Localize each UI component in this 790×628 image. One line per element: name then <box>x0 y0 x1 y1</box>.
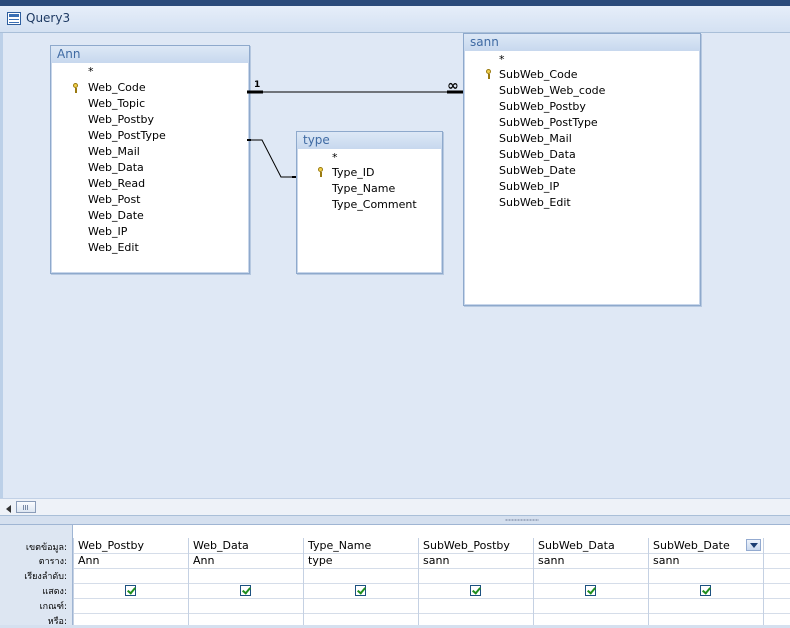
grid-column-5[interactable]: SubWeb_Data sann <box>533 538 649 625</box>
sann-field-all[interactable]: * <box>499 53 505 66</box>
grid-row-labels: เขตข้อมูล: ตาราง: เรียงลำดับ: แสดง: เกณฑ… <box>0 525 73 627</box>
ann-field-web-posttype[interactable]: Web_PostType <box>88 129 166 142</box>
design-horizontal-scrollbar[interactable] <box>0 498 790 516</box>
grid-field-cell[interactable]: Type_Name <box>308 539 371 552</box>
sann-field-subweb-posttype[interactable]: SubWeb_PostType <box>499 116 598 129</box>
sann-field-subweb-ip[interactable]: SubWeb_IP <box>499 180 559 193</box>
show-checkbox[interactable] <box>125 585 136 596</box>
grid-column-7-empty[interactable] <box>763 538 790 625</box>
grid-column-6[interactable]: SubWeb_Date sann <box>648 538 764 625</box>
grid-field-cell[interactable]: SubWeb_Postby <box>423 539 510 552</box>
table-sann-title[interactable]: sann <box>464 34 700 51</box>
ann-field-web-code[interactable]: Web_Code <box>88 81 146 94</box>
grid-column-4[interactable]: SubWeb_Postby sann <box>418 538 534 625</box>
scroll-left-icon[interactable] <box>6 505 11 513</box>
ann-field-web-mail[interactable]: Web_Mail <box>88 145 140 158</box>
ann-field-web-postby[interactable]: Web_Postby <box>88 113 154 126</box>
ann-field-web-data[interactable]: Web_Data <box>88 161 144 174</box>
query-title-bar: Query3 <box>0 0 790 33</box>
sann-field-subweb-date[interactable]: SubWeb_Date <box>499 164 576 177</box>
sann-field-subweb-code[interactable]: SubWeb_Code <box>499 68 578 81</box>
ann-field-web-ip[interactable]: Web_IP <box>88 225 127 238</box>
show-checkbox[interactable] <box>240 585 251 596</box>
sann-field-subweb-edit[interactable]: SubWeb_Edit <box>499 196 571 209</box>
row-label-table: ตาราง: <box>38 557 67 567</box>
table-ann-field-list[interactable]: * Web_Code Web_Topic Web_Postby Web_Post… <box>51 63 249 273</box>
type-field-all[interactable]: * <box>332 151 338 164</box>
show-checkbox[interactable] <box>585 585 596 596</box>
row-label-or: หรือ: <box>47 617 67 627</box>
ann-field-web-date[interactable]: Web_Date <box>88 209 144 222</box>
ann-field-web-post[interactable]: Web_Post <box>88 193 141 206</box>
scroll-thumb[interactable] <box>16 501 36 513</box>
ann-field-web-read[interactable]: Web_Read <box>88 177 145 190</box>
show-checkbox[interactable] <box>470 585 481 596</box>
table-type-field-list[interactable]: * Type_ID Type_Name Type_Comment <box>297 149 442 273</box>
grid-table-cell[interactable]: type <box>308 554 333 567</box>
show-checkbox[interactable] <box>700 585 711 596</box>
sann-field-subweb-data[interactable]: SubWeb_Data <box>499 148 576 161</box>
grid-field-cell[interactable]: SubWeb_Data <box>538 539 615 552</box>
join-line-ann-type <box>247 139 296 178</box>
table-ann-title[interactable]: Ann <box>51 46 249 63</box>
row-label-sort: เรียงลำดับ: <box>24 572 67 582</box>
grid-column-1[interactable]: Web_Postby Ann <box>73 538 189 625</box>
query-design-grid[interactable]: เขตข้อมูล: ตาราง: เรียงลำดับ: แสดง: เกณฑ… <box>0 524 790 627</box>
sann-field-subweb-mail[interactable]: SubWeb_Mail <box>499 132 572 145</box>
grid-table-cell[interactable]: Ann <box>78 554 99 567</box>
relationship-one-label: 1 <box>254 80 260 90</box>
primary-key-icon <box>485 69 492 80</box>
table-ann[interactable]: Ann * Web_Code Web_Topic Web_Postby Web_… <box>50 45 250 274</box>
primary-key-icon <box>317 167 324 178</box>
grid-field-cell[interactable]: Web_Data <box>193 539 249 552</box>
sann-field-subweb-postby[interactable]: SubWeb_Postby <box>499 100 586 113</box>
query-icon <box>7 12 21 25</box>
splitter-grip-icon[interactable] <box>505 519 539 521</box>
table-type[interactable]: type * Type_ID Type_Name Type_Comment <box>296 131 443 274</box>
table-sann[interactable]: sann * SubWeb_Code SubWeb_Web_code SubWe… <box>463 33 701 306</box>
grid-table-cell[interactable]: sann <box>538 554 564 567</box>
table-sann-field-list[interactable]: * SubWeb_Code SubWeb_Web_code SubWeb_Pos… <box>464 51 700 305</box>
grid-field-cell[interactable]: SubWeb_Date <box>653 539 730 552</box>
relationship-many-label: ∞ <box>447 78 459 94</box>
grid-table-cell[interactable]: sann <box>653 554 679 567</box>
grid-column-2[interactable]: Web_Data Ann <box>188 538 304 625</box>
row-label-field: เขตข้อมูล: <box>25 543 67 553</box>
query-title: Query3 <box>26 11 71 25</box>
field-dropdown-arrow-icon[interactable] <box>746 539 761 551</box>
ann-field-web-topic[interactable]: Web_Topic <box>88 97 145 110</box>
show-checkbox[interactable] <box>355 585 366 596</box>
type-field-type-comment[interactable]: Type_Comment <box>332 198 417 211</box>
row-label-show: แสดง: <box>42 587 67 597</box>
grid-table-cell[interactable]: Ann <box>193 554 214 567</box>
ann-field-web-edit[interactable]: Web_Edit <box>88 241 139 254</box>
ann-field-all[interactable]: * <box>88 65 94 78</box>
query-design-area[interactable]: Ann * Web_Code Web_Topic Web_Postby Web_… <box>0 33 790 498</box>
row-label-criteria: เกณฑ์: <box>39 602 67 612</box>
sann-field-subweb-web-code[interactable]: SubWeb_Web_code <box>499 84 605 97</box>
window-top-border <box>0 0 790 6</box>
primary-key-icon <box>72 83 79 94</box>
grid-field-cell[interactable]: Web_Postby <box>78 539 144 552</box>
type-field-type-id[interactable]: Type_ID <box>332 166 374 179</box>
grid-column-3[interactable]: Type_Name type <box>303 538 419 625</box>
table-type-title[interactable]: type <box>297 132 442 149</box>
grid-table-cell[interactable]: sann <box>423 554 449 567</box>
type-field-type-name[interactable]: Type_Name <box>332 182 395 195</box>
